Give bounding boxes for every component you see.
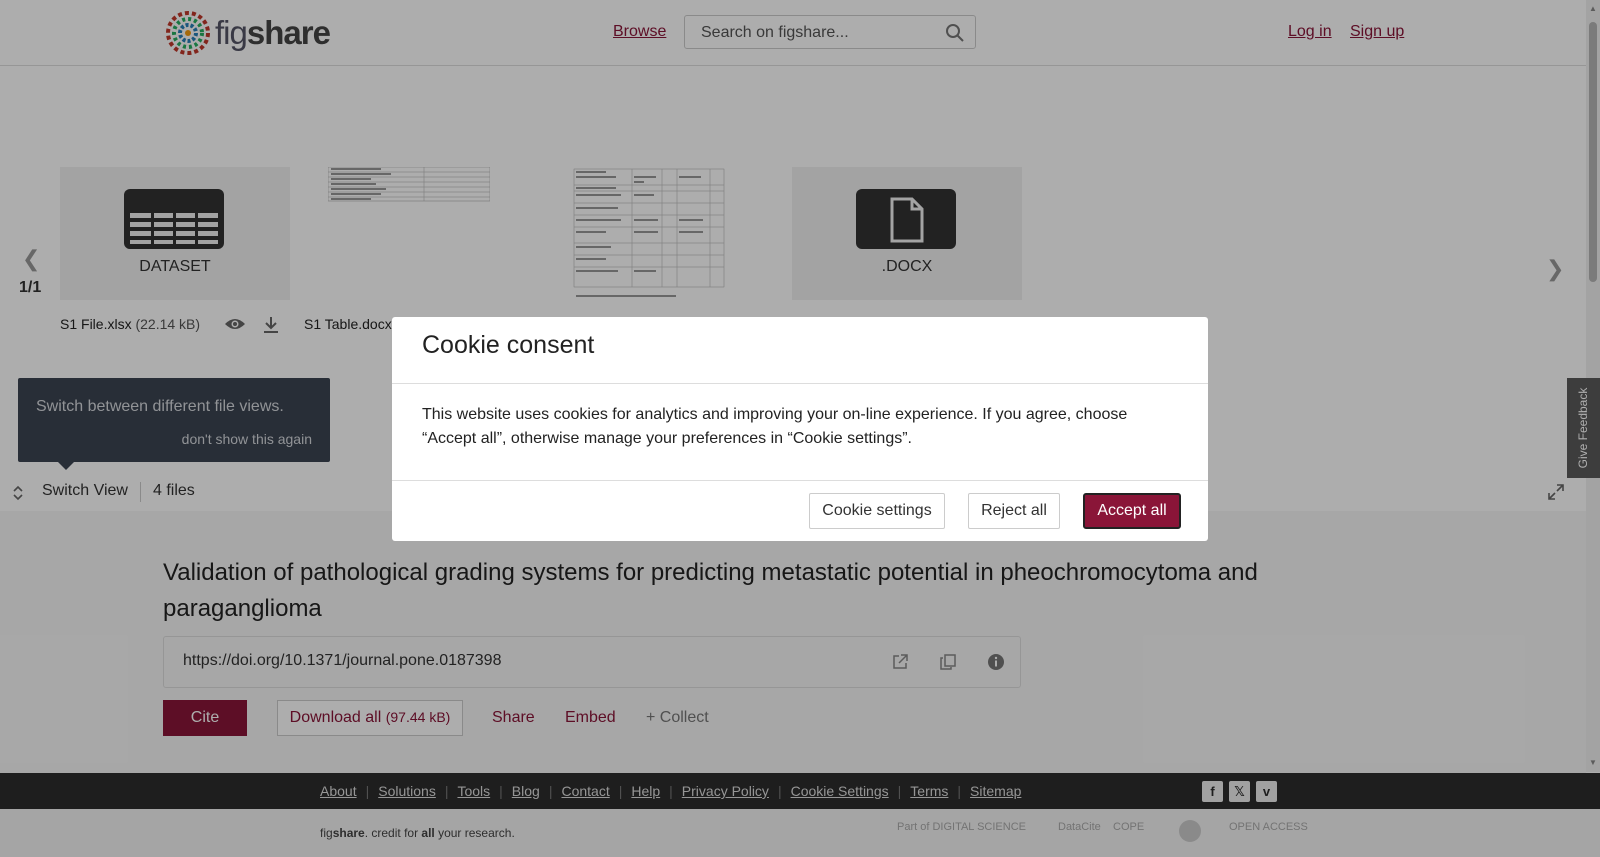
reject-all-button[interactable]: Reject all [968,493,1060,529]
divider [392,383,1208,384]
cookie-consent-text: This website uses cookies for analytics … [422,406,1128,447]
cookie-consent-dialog: Cookie consent This website uses cookies… [392,317,1208,541]
cookie-consent-title: Cookie consent [422,331,595,359]
accept-all-button[interactable]: Accept all [1083,493,1181,529]
cookie-settings-button[interactable]: Cookie settings [809,493,945,529]
divider [392,480,1208,481]
